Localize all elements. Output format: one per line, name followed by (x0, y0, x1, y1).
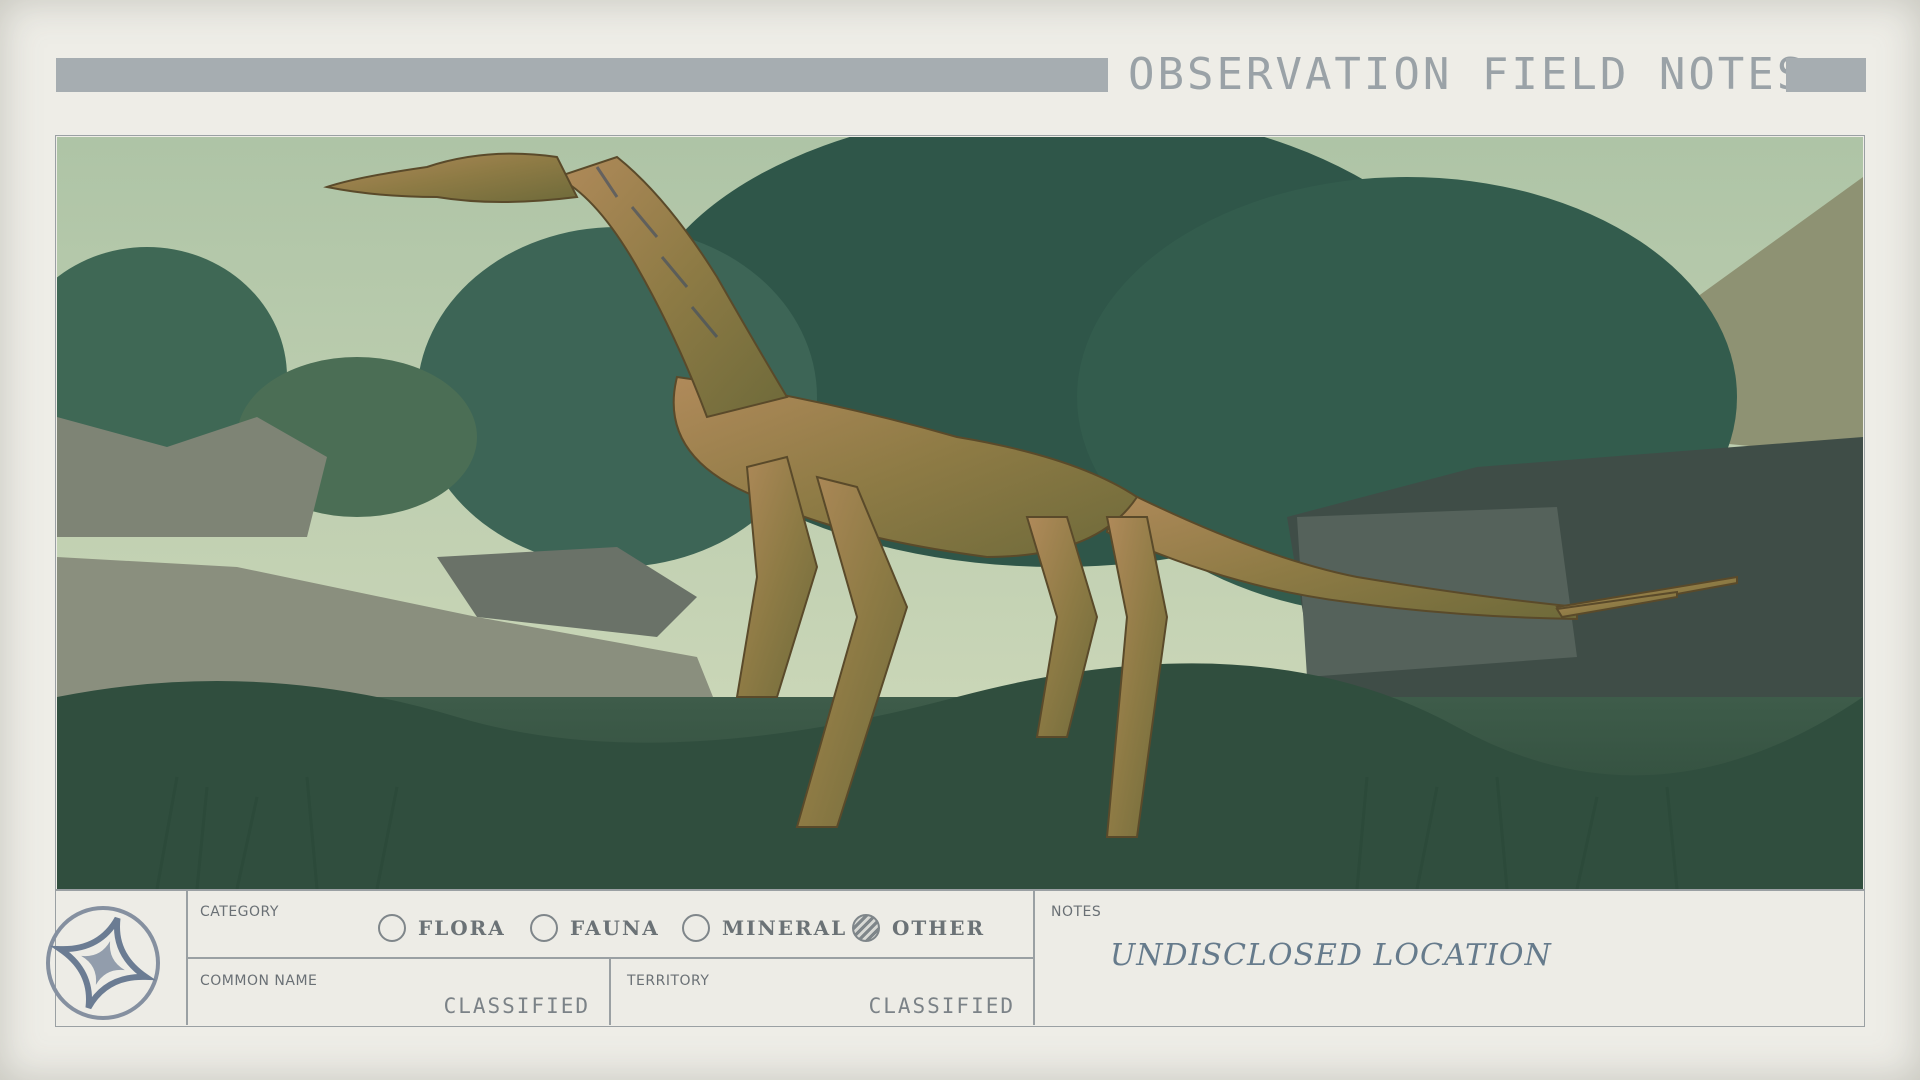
category-option-other[interactable]: OTHER (852, 912, 985, 944)
radio-mineral[interactable] (682, 914, 710, 942)
option-label-other: OTHER (892, 916, 986, 940)
notes-label: NOTES (1051, 904, 1102, 920)
radio-fauna[interactable] (530, 914, 558, 942)
common-name-label: COMMON NAME (200, 973, 318, 989)
form-top-divider (55, 889, 1865, 891)
name-territory-divider (609, 957, 611, 1025)
territory-value: CLASSIFIED (868, 994, 1015, 1018)
creature-photo (57, 137, 1863, 889)
alien-creature-photo-icon (57, 137, 1863, 889)
option-label-flora: FLORA (418, 916, 506, 940)
common-name-value: CLASSIFIED (443, 994, 590, 1018)
category-option-mineral[interactable]: MINERAL (682, 912, 847, 944)
category-option-flora[interactable]: FLORA (378, 912, 506, 944)
constellation-emblem (44, 904, 162, 1022)
option-label-mineral: MINERAL (722, 916, 848, 940)
star-emblem-icon (46, 906, 160, 1020)
radio-other-selected[interactable] (852, 914, 880, 942)
category-option-fauna[interactable]: FAUNA (530, 912, 660, 944)
header-bar-left (56, 58, 1108, 92)
notes-divider (1033, 889, 1035, 1025)
option-label-fauna: FAUNA (570, 916, 660, 940)
header-bar-right (1786, 58, 1866, 92)
category-label: CATEGORY (200, 904, 279, 920)
notes-value: UNDISCLOSED LOCATION (1110, 938, 1552, 973)
page-title: OBSERVATION FIELD NOTES (1128, 49, 1807, 100)
field-notes-card: OBSERVATION FIELD NOTES CATEGORY FLORA F… (0, 0, 1920, 1080)
territory-label: TERRITORY (627, 973, 710, 989)
radio-flora[interactable] (378, 914, 406, 942)
